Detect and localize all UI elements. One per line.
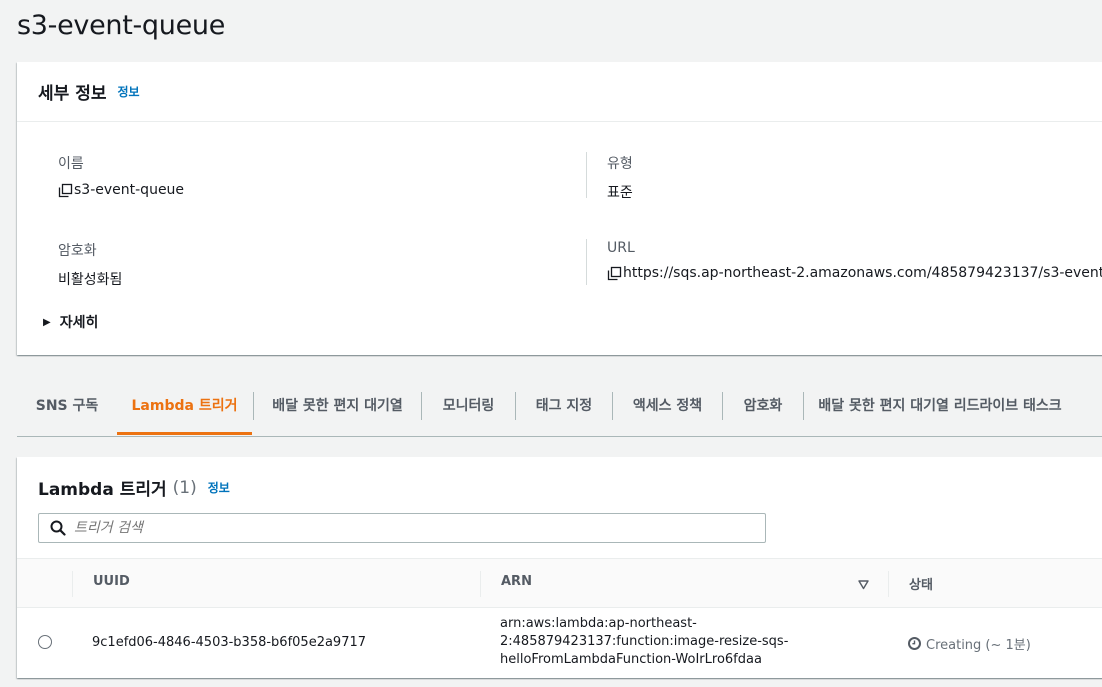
encryption-value: 비활성화됨	[58, 272, 123, 288]
divider	[586, 152, 587, 198]
details-info-link[interactable]: 정보	[117, 83, 139, 100]
encryption-label: 암호화	[58, 243, 97, 259]
trigger-arn-line: arn:aws:lambda:ap-northeast-	[500, 616, 697, 631]
queue-name: s3-event-queue	[74, 182, 185, 198]
type-label: 유형	[607, 156, 633, 172]
url-value: https://sqs.ap-northeast-2.amazonaws.com…	[607, 265, 1102, 281]
more-details-toggle[interactable]: ▶ 자세히	[43, 312, 98, 332]
table-header: UUID ARN 상태	[17, 558, 1102, 608]
caret-right-icon: ▶	[43, 316, 51, 328]
tab-tagging[interactable]: 태그 지정	[516, 388, 612, 434]
queue-url: https://sqs.ap-northeast-2.amazonaws.com…	[623, 265, 1102, 281]
sort-descending-icon[interactable]	[858, 575, 869, 594]
tab-dlq-redrive-tasks[interactable]: 배달 못한 편지 대기열 리드라이브 태스크	[804, 388, 1076, 434]
tab-bar: SNS 구독 Lambda 트리거 배달 못한 편지 대기열 모니터링 태그 지…	[17, 388, 1102, 437]
triggers-header: Lambda 트리거 (1) 정보	[38, 475, 230, 501]
trigger-arn-line: helloFromLambdaFunction-WoIrLro6fdaa	[500, 652, 762, 667]
type-field: 유형 표준	[607, 153, 633, 202]
url-field: URL https://sqs.ap-northeast-2.amazonaws…	[607, 240, 1102, 281]
tab-sns-subscriptions[interactable]: SNS 구독	[17, 388, 117, 434]
table-row[interactable]: 9c1efd06-4846-4503-b358-b6f05e2a9717 arn…	[17, 607, 1102, 677]
search-icon	[50, 520, 66, 536]
trigger-arn-line: 2:485879423137:function:image-resize-sqs…	[500, 634, 789, 649]
column-uuid[interactable]: UUID	[93, 574, 130, 589]
trigger-arn: arn:aws:lambda:ap-northeast- 2:485879423…	[500, 615, 788, 669]
column-separator	[72, 571, 73, 597]
tab-lambda-triggers[interactable]: Lambda 트리거	[117, 388, 252, 435]
triggers-title: Lambda 트리거	[38, 480, 167, 500]
name-value: s3-event-queue	[58, 182, 184, 198]
row-select-radio[interactable]	[38, 635, 52, 649]
more-details-label: 자세히	[59, 315, 99, 331]
divider	[586, 239, 587, 285]
column-separator	[888, 571, 889, 597]
trigger-uuid: 9c1efd06-4846-4503-b358-b6f05e2a9717	[92, 635, 367, 650]
trigger-search-input[interactable]	[72, 519, 756, 537]
triggers-info-link[interactable]: 정보	[208, 479, 230, 496]
column-separator	[480, 571, 481, 597]
tab-dead-letter-queue[interactable]: 배달 못한 편지 대기열	[254, 388, 421, 434]
type-value: 표준	[607, 185, 633, 201]
page-title: s3-event-queue	[17, 10, 226, 41]
clock-icon	[908, 637, 921, 650]
details-title: 세부 정보	[38, 84, 107, 104]
tab-encryption[interactable]: 암호화	[723, 388, 803, 434]
encryption-field: 암호화 비활성화됨	[58, 240, 122, 289]
copy-icon[interactable]	[58, 183, 73, 198]
details-panel: 세부 정보 정보 이름 s3-event-queue 유형 표준 암호화 비활성…	[17, 62, 1102, 355]
tab-access-policy[interactable]: 액세스 정책	[613, 388, 722, 434]
tab-monitoring[interactable]: 모니터링	[422, 388, 515, 434]
trigger-status-text: Creating (~ 1분)	[926, 638, 1031, 653]
name-label: 이름	[58, 156, 84, 172]
column-status[interactable]: 상태	[909, 574, 933, 593]
copy-icon[interactable]	[607, 266, 622, 281]
trigger-status: Creating (~ 1분)	[908, 634, 1031, 653]
lambda-triggers-panel: Lambda 트리거 (1) 정보 UUID ARN 상태 9c1efd06-4…	[17, 457, 1102, 678]
column-arn[interactable]: ARN	[501, 574, 532, 589]
details-header: 세부 정보 정보	[17, 62, 1102, 122]
name-field: 이름 s3-event-queue	[58, 153, 184, 198]
url-label: URL	[607, 240, 635, 256]
trigger-search-box[interactable]	[38, 513, 766, 543]
triggers-count: (1)	[172, 477, 197, 498]
